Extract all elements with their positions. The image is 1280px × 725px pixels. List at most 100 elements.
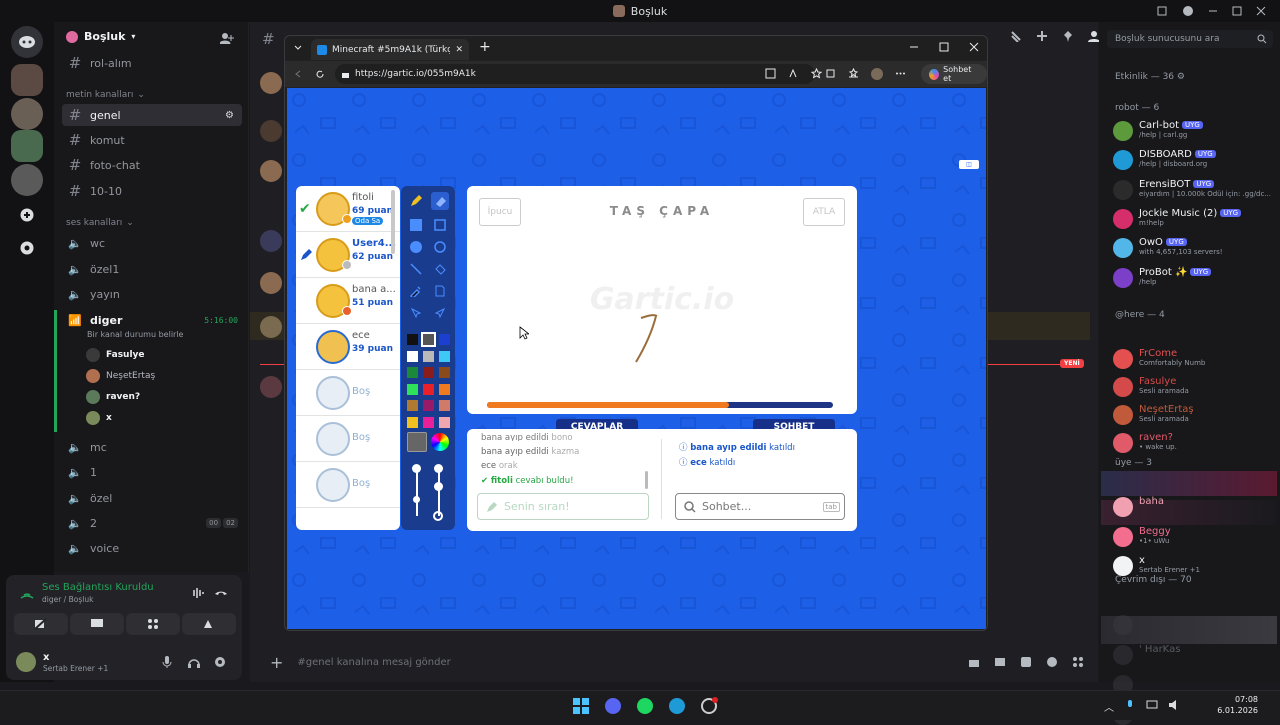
redo-icon[interactable]	[431, 304, 449, 322]
server-header[interactable]: Boşluk ▾	[66, 30, 135, 43]
tab-list-chevron-icon[interactable]	[293, 43, 303, 53]
avatar[interactable]	[260, 120, 282, 142]
player-row[interactable]: User4... 62 puan	[296, 232, 400, 278]
member-row-offline[interactable]: ' HarKas	[1113, 644, 1278, 665]
channel-foto-chat[interactable]: # foto-chat	[62, 154, 242, 176]
discord-home-icon[interactable]	[11, 26, 43, 58]
mic-tray-icon[interactable]	[1124, 699, 1136, 711]
back-icon[interactable]	[293, 69, 303, 79]
color-swatch[interactable]	[439, 416, 450, 428]
headphones-icon[interactable]	[188, 656, 200, 668]
member-row[interactable]: ErensiBOT UYG eiyardım | 10.000k Ödül için…	[1113, 179, 1278, 200]
color-swatch[interactable]	[407, 400, 418, 411]
user-settings-icon[interactable]	[214, 656, 226, 668]
windows-start-icon[interactable]	[572, 697, 590, 715]
pin-icon[interactable]	[1062, 30, 1074, 42]
voice-status-title[interactable]: Ses Bağlantısı Kuruldu	[42, 582, 154, 593]
avatar[interactable]	[260, 230, 282, 252]
camera-off-button[interactable]	[14, 613, 68, 635]
settings-icon[interactable]: ⚙	[225, 110, 234, 121]
refresh-icon[interactable]	[315, 69, 325, 79]
member-row[interactable]: Carl-bot UYG/help | carl.gg	[1113, 120, 1278, 141]
user-avatar[interactable]	[16, 652, 36, 672]
scrollbar[interactable]	[391, 190, 395, 254]
fill-bucket-icon[interactable]	[431, 260, 449, 278]
voice-channel-diger[interactable]: 📶 diger 5:16:00	[62, 309, 242, 331]
avatar[interactable]	[260, 316, 282, 338]
member-row[interactable]: ProBot ✨ UYG/help	[1113, 267, 1278, 288]
tab-close-icon[interactable]: ✕	[455, 45, 463, 55]
skip-button[interactable]: ATLA	[803, 198, 845, 226]
close-icon[interactable]	[1256, 6, 1266, 16]
line-tool-icon[interactable]	[407, 260, 425, 278]
member-row[interactable]: Jockie Music (2) UYG m!help	[1113, 208, 1278, 229]
color-swatch[interactable]	[423, 350, 434, 362]
color-swatch[interactable]	[407, 334, 418, 345]
fullscreen-toggle-icon[interactable]: ◫	[959, 160, 979, 169]
category-text[interactable]: metin kanalları ⌄	[66, 90, 145, 100]
activities-button[interactable]	[126, 613, 180, 635]
message-input[interactable]: #genel kanalına mesaj gönder	[297, 657, 450, 668]
custom-color-swatch[interactable]	[407, 432, 427, 452]
member-row[interactable]: Beggy •1• uWu	[1113, 526, 1278, 547]
member-row[interactable]: baha	[1113, 496, 1278, 517]
add-member-icon[interactable]	[220, 32, 234, 44]
member-row[interactable]: Fasulye Sesli aramada	[1113, 376, 1278, 397]
member-row[interactable]: FrCome Comfortably Numb	[1113, 348, 1278, 369]
inbox-icon[interactable]	[1156, 5, 1168, 17]
edge-icon[interactable]	[668, 697, 686, 715]
read-aloud-icon[interactable]	[788, 68, 799, 79]
browser-maximize-icon[interactable]	[939, 42, 949, 52]
browser-minimize-icon[interactable]	[909, 42, 919, 52]
hint-button[interactable]: İpucu	[479, 198, 521, 226]
voice-status[interactable]: Bir kanal durumu belirle	[87, 330, 183, 339]
microphone-icon[interactable]	[162, 656, 172, 668]
add-server-icon[interactable]	[11, 199, 43, 231]
voice-user[interactable]: x	[86, 411, 112, 425]
channel-rol-alim[interactable]: # rol-alım	[62, 52, 242, 74]
minimize-icon[interactable]	[1208, 6, 1218, 16]
discord-taskbar-icon[interactable]	[604, 697, 622, 715]
color-swatch[interactable]	[423, 367, 434, 378]
browser-tab[interactable]: Minecraft #5m9A1k (Türkçe) - Garti✕	[311, 39, 469, 60]
opacity-slider-handle[interactable]	[434, 464, 443, 473]
color-wheel-icon[interactable]	[431, 433, 449, 451]
voice-user[interactable]: Fasulye	[86, 348, 145, 362]
volume-icon[interactable]	[1168, 699, 1180, 711]
help-icon[interactable]	[1182, 5, 1194, 17]
profile-avatar[interactable]	[871, 68, 883, 80]
threads-icon[interactable]	[1010, 30, 1022, 42]
screen-share-button[interactable]	[70, 613, 124, 635]
color-swatch[interactable]	[439, 350, 450, 362]
color-swatch[interactable]	[439, 367, 450, 378]
copilot-button[interactable]: Sohbet et	[921, 64, 987, 84]
gift-icon[interactable]	[968, 656, 980, 668]
voice-channel-yayin[interactable]: 🔈 yayın	[62, 283, 242, 305]
member-row[interactable]: OwO UYG with 4,657,103 servers!	[1113, 237, 1278, 259]
undo-icon[interactable]	[407, 304, 425, 322]
member-row-offline[interactable]	[1113, 614, 1278, 635]
favorites-icon[interactable]	[848, 68, 859, 79]
sticker-icon[interactable]	[1020, 656, 1032, 668]
player-row[interactable]: ✔ fitoli 69 puan Oda Sa	[296, 186, 400, 232]
voice-channel-2[interactable]: 🔈 2 00 02	[62, 512, 242, 534]
color-swatch[interactable]	[421, 332, 436, 347]
channel-genel[interactable]: # genel ⚙	[62, 104, 242, 126]
tray-chevron-icon[interactable]: ︿	[1104, 699, 1114, 714]
favorite-star-icon[interactable]	[811, 68, 822, 79]
mute-icon[interactable]	[1036, 30, 1048, 42]
filled-rect-tool-icon[interactable]	[407, 216, 425, 234]
eraser-tool-icon[interactable]	[431, 192, 449, 210]
voice-channel-ozel[interactable]: 🔈 özel	[62, 487, 242, 509]
rect-tool-icon[interactable]	[431, 216, 449, 234]
page-tool-icon[interactable]	[431, 282, 449, 300]
search-input[interactable]: Boşluk sunucusunu ara	[1107, 30, 1273, 48]
color-swatch[interactable]	[439, 383, 450, 395]
apps-icon[interactable]	[1072, 656, 1084, 668]
color-swatch[interactable]	[407, 350, 418, 362]
color-swatch[interactable]	[407, 367, 418, 378]
soundboard-button[interactable]	[182, 613, 236, 635]
avatar[interactable]	[260, 72, 282, 94]
server-icon[interactable]	[11, 98, 43, 130]
avatar[interactable]	[260, 272, 282, 294]
